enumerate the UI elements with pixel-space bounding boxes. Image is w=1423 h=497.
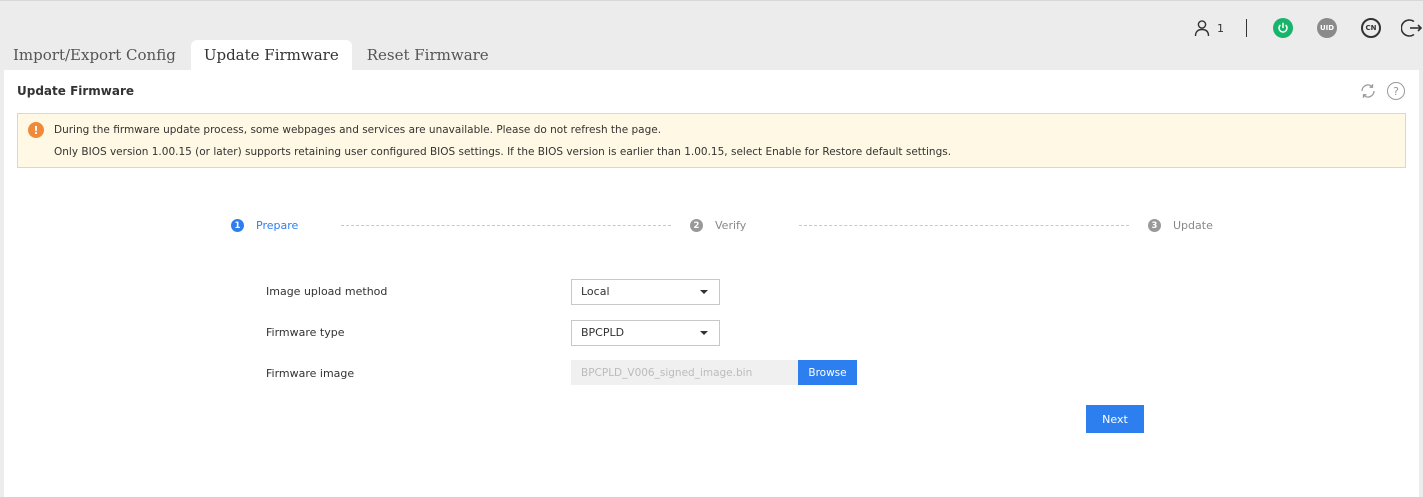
step-number: 3: [1148, 219, 1161, 232]
step-connector: [799, 225, 1129, 226]
firmware-image-label: Firmware image: [266, 367, 355, 380]
uid-label: UID: [1319, 24, 1335, 32]
panel-title: Update Firmware: [17, 84, 135, 98]
warning-glyph: !: [33, 123, 39, 137]
online-users[interactable]: 1: [1193, 19, 1224, 37]
step-label: Update: [1173, 219, 1213, 232]
next-button[interactable]: Next: [1086, 405, 1144, 433]
tab-import-export-config[interactable]: Import/Export Config: [0, 40, 189, 70]
logout-icon[interactable]: [1401, 17, 1423, 39]
step-number: 2: [690, 219, 703, 232]
upload-method-select[interactable]: Local: [571, 279, 720, 305]
step-update: 3 Update: [1148, 219, 1213, 232]
power-icon: [1278, 22, 1288, 33]
uid-button[interactable]: UID: [1317, 18, 1337, 38]
chevron-down-icon: [700, 331, 708, 335]
user-count: 1: [1217, 21, 1224, 35]
browse-button[interactable]: Browse: [798, 360, 857, 385]
step-verify: 2 Verify: [690, 219, 746, 232]
header-divider: [1246, 19, 1247, 37]
upload-method-value: Local: [581, 285, 610, 298]
update-firmware-panel: Update Firmware ? ! During the firmware …: [4, 70, 1419, 497]
top-bar: 1 UID CN: [0, 0, 1423, 40]
step-label: Prepare: [256, 219, 299, 232]
firmware-type-label: Firmware type: [266, 326, 345, 339]
help-icon[interactable]: ?: [1387, 82, 1405, 100]
tab-bar: Import/Export Config Update Firmware Res…: [0, 40, 502, 70]
firmware-type-select[interactable]: BPCPLD: [571, 320, 720, 346]
upload-method-label: Image upload method: [266, 285, 388, 298]
chevron-down-icon: [700, 290, 708, 294]
step-number: 1: [231, 219, 244, 232]
step-label: Verify: [715, 219, 747, 232]
language-label: CN: [1365, 24, 1377, 32]
step-connector: [341, 225, 671, 226]
refresh-icon[interactable]: [1359, 82, 1377, 100]
warning-icon: !: [28, 122, 44, 138]
notice-line-2: Only BIOS version 1.00.15 (or later) sup…: [54, 146, 952, 158]
firmware-type-value: BPCPLD: [581, 326, 625, 339]
power-button[interactable]: [1273, 18, 1293, 38]
help-glyph: ?: [1393, 84, 1399, 98]
firmware-image-input[interactable]: [571, 360, 798, 385]
tab-update-firmware[interactable]: Update Firmware: [190, 40, 352, 70]
notice-line-1: During the firmware update process, some…: [54, 124, 662, 136]
user-icon: [1194, 20, 1210, 37]
step-prepare: 1 Prepare: [231, 219, 298, 232]
warning-notice: ! During the firmware update process, so…: [17, 113, 1406, 168]
language-button[interactable]: CN: [1361, 18, 1381, 38]
header-actions: 1 UID CN: [1193, 15, 1423, 41]
tab-reset-firmware[interactable]: Reset Firmware: [354, 40, 502, 70]
